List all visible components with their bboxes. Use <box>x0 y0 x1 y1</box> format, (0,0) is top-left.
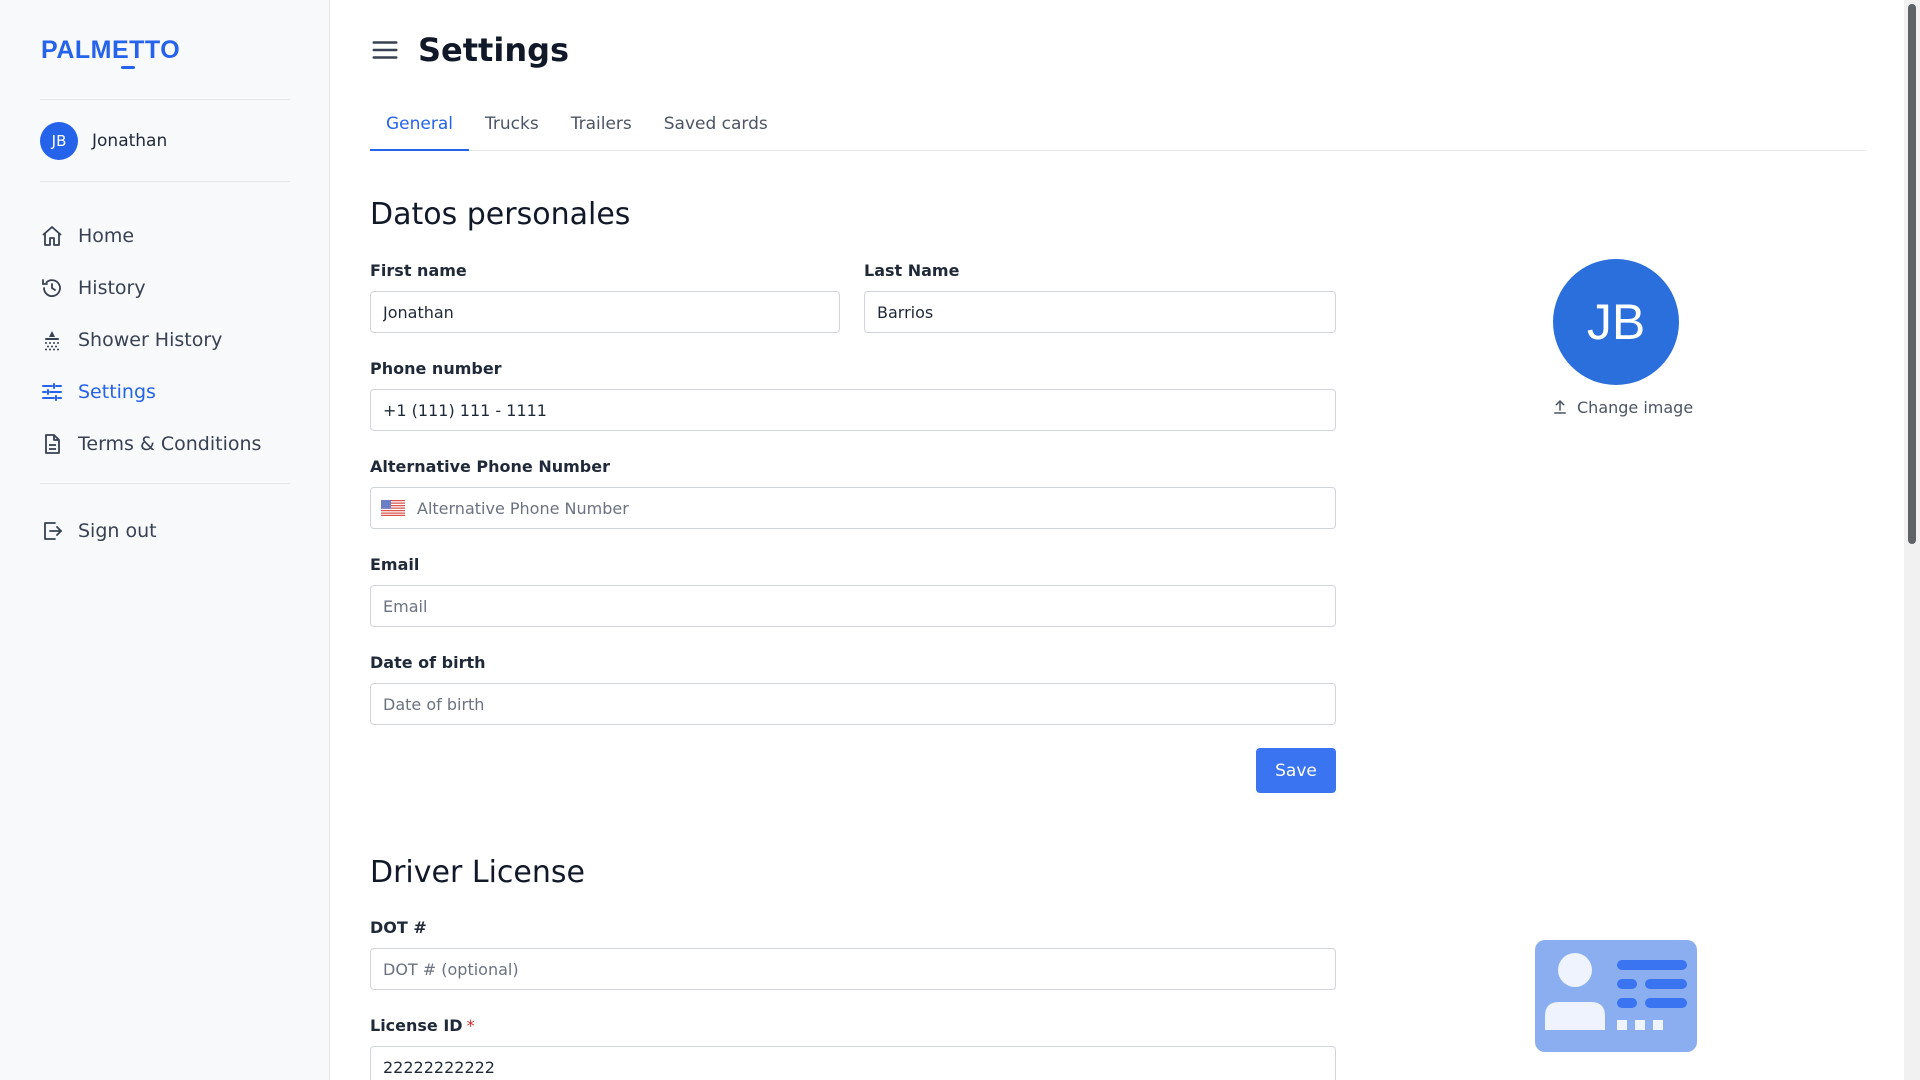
history-icon <box>42 279 61 297</box>
license-id-input[interactable] <box>370 1046 1336 1080</box>
tab-trucks[interactable]: Trucks <box>469 104 555 151</box>
document-icon <box>45 434 60 454</box>
avatar: JB <box>40 122 78 160</box>
required-mark: * <box>466 1016 475 1035</box>
sidebar-divider <box>40 483 290 484</box>
hamburger-menu-icon[interactable] <box>370 35 400 65</box>
sign-out-icon <box>44 522 62 540</box>
first-name-label: First name <box>370 261 467 280</box>
save-button[interactable]: Save <box>1256 748 1336 793</box>
logo-accent <box>121 66 135 69</box>
sign-out-label: Sign out <box>78 520 157 542</box>
sidebar-item-label: Shower History <box>78 329 223 351</box>
email-input[interactable] <box>370 585 1336 627</box>
sidebar-item-label: Settings <box>78 381 156 403</box>
upload-icon <box>1554 400 1566 414</box>
main-content: Settings General Trucks Trailers Saved c… <box>330 0 1920 1080</box>
sidebar-item-label: Home <box>78 225 135 247</box>
email-label: Email <box>370 555 420 574</box>
dot-input[interactable] <box>370 948 1336 990</box>
tab-saved-cards[interactable]: Saved cards <box>648 104 784 151</box>
sidebar-item-label: History <box>78 277 146 299</box>
alt-phone-label: Alternative Phone Number <box>370 457 610 476</box>
page-title: Settings <box>418 31 570 69</box>
scrollbar-thumb[interactable] <box>1908 4 1916 544</box>
dob-label: Date of birth <box>370 653 486 672</box>
sidebar-divider <box>40 99 290 100</box>
last-name-input[interactable] <box>864 291 1336 333</box>
alt-phone-field[interactable] <box>370 487 1336 529</box>
sidebar: PALMETTO JB Jonathan Home History Shower… <box>0 0 330 1080</box>
shower-icon <box>45 331 59 351</box>
change-image-button[interactable]: Change image <box>1551 395 1693 419</box>
license-id-label: License ID * <box>370 1016 475 1035</box>
home-icon <box>42 226 62 246</box>
page-header: Settings <box>370 28 569 72</box>
profile-avatar: JB <box>1553 259 1679 385</box>
sidebar-item-shower-history[interactable]: Shower History <box>40 314 300 366</box>
section-title-personal: Datos personales <box>370 197 631 232</box>
id-card-illustration <box>1535 940 1697 1052</box>
sliders-icon <box>42 383 62 401</box>
first-name-input[interactable] <box>370 291 840 333</box>
dot-label: DOT # <box>370 918 427 937</box>
sidebar-item-label: Terms & Conditions <box>78 433 262 455</box>
sidebar-item-settings[interactable]: Settings <box>40 366 300 418</box>
phone-input[interactable] <box>370 389 1336 431</box>
sign-out-button[interactable]: Sign out <box>40 505 157 557</box>
user-profile[interactable]: JB Jonathan <box>40 122 167 160</box>
tab-trailers[interactable]: Trailers <box>555 104 648 151</box>
brand-logo[interactable]: PALMETTO <box>41 36 180 65</box>
sidebar-item-terms[interactable]: Terms & Conditions <box>40 418 300 470</box>
alt-phone-input[interactable] <box>405 489 1335 527</box>
dob-input[interactable] <box>370 683 1336 725</box>
last-name-label: Last Name <box>864 261 960 280</box>
change-image-label: Change image <box>1577 397 1694 417</box>
sidebar-nav: Home History Shower History Settings Ter… <box>40 210 300 470</box>
phone-label: Phone number <box>370 359 502 378</box>
sidebar-item-history[interactable]: History <box>40 262 300 314</box>
settings-tabs: General Trucks Trailers Saved cards <box>370 104 1866 151</box>
us-flag-icon[interactable] <box>381 500 405 516</box>
user-name: Jonathan <box>92 131 168 151</box>
tab-general[interactable]: General <box>370 104 469 151</box>
sidebar-divider <box>40 181 290 182</box>
sidebar-item-home[interactable]: Home <box>40 210 300 262</box>
section-title-license: Driver License <box>370 855 585 890</box>
license-id-label-text: License ID <box>370 1016 463 1035</box>
page-scrollbar[interactable] <box>1904 0 1920 1080</box>
